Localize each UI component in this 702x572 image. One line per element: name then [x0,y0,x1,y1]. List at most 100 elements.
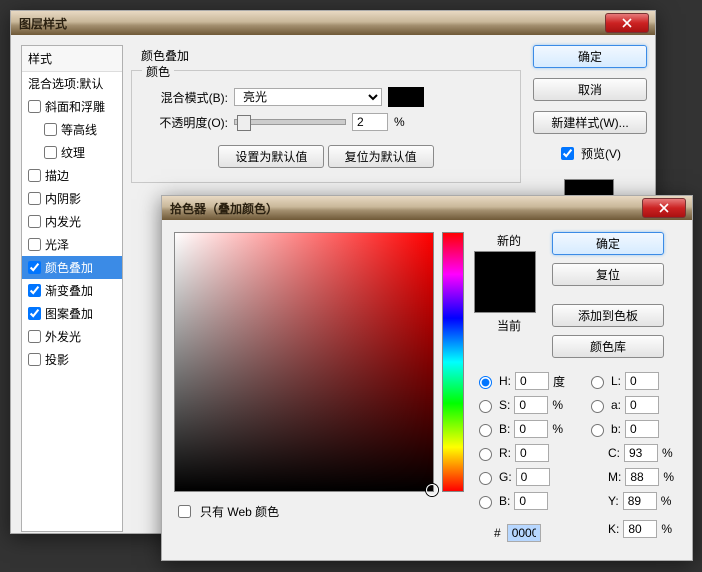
style-item[interactable]: 等高线 [22,118,122,141]
style-item[interactable]: 颜色叠加 [22,256,122,279]
color-picker-buttons: 确定 复位 添加到色板 颜色库 [552,232,662,358]
m-input[interactable] [625,468,659,486]
ok-button[interactable]: 确定 [533,45,647,68]
bv-radio[interactable] [479,424,492,437]
style-item[interactable]: 渐变叠加 [22,279,122,302]
styles-list: 样式 混合选项:默认 斜面和浮雕等高线纹理描边内阴影内发光光泽颜色叠加渐变叠加图… [21,45,123,532]
layer-style-title: 图层样式 [19,15,67,32]
style-item-label: 等高线 [61,121,97,138]
l-radio[interactable] [591,376,604,389]
style-item[interactable]: 描边 [22,164,122,187]
g-input[interactable] [516,468,550,486]
saturation-value-box[interactable] [174,232,434,492]
bv-input[interactable] [514,420,548,438]
preview-checkbox[interactable] [561,147,574,160]
layer-style-close-button[interactable] [605,13,649,33]
close-icon [659,203,669,213]
g-radio[interactable] [479,472,492,485]
current-color-label: 当前 [474,317,544,334]
style-item[interactable]: 内阴影 [22,187,122,210]
style-item-label: 投影 [45,351,69,368]
bl-radio[interactable] [591,424,604,437]
blend-options-row[interactable]: 混合选项:默认 [22,72,122,95]
r-radio[interactable] [479,448,492,461]
a-input[interactable] [625,396,659,414]
new-color-label: 新的 [474,232,544,249]
c-input[interactable] [624,444,658,462]
h-input[interactable] [515,372,549,390]
set-default-button[interactable]: 设置为默认值 [218,145,324,168]
style-item-checkbox[interactable] [28,169,41,182]
style-item[interactable]: 内发光 [22,210,122,233]
opacity-unit: % [394,115,405,129]
color-picker-window: 拾色器（叠加颜色） 只有 Web 颜色 新的 [161,195,693,561]
overlay-color-swatch[interactable] [388,87,424,107]
style-item-checkbox[interactable] [28,261,41,274]
add-swatch-button[interactable]: 添加到色板 [552,304,664,327]
preview-column: 新的 当前 [474,232,544,358]
styles-list-header: 样式 [22,46,122,72]
style-item-checkbox[interactable] [28,100,41,113]
style-item-label: 外发光 [45,328,81,345]
web-only-checkbox-row[interactable]: 只有 Web 颜色 [174,502,279,521]
web-only-checkbox[interactable] [178,505,191,518]
style-item-label: 颜色叠加 [45,259,93,276]
new-color-swatch [474,251,536,313]
style-item-checkbox[interactable] [28,353,41,366]
blend-mode-select[interactable]: 亮光 [234,88,382,106]
picker-reset-button[interactable]: 复位 [552,263,664,286]
y-input[interactable] [623,492,657,510]
color-legend: 颜色 [142,63,174,80]
style-item-checkbox[interactable] [28,307,41,320]
h-radio[interactable] [479,376,492,389]
close-icon [622,18,632,28]
cancel-button[interactable]: 取消 [533,78,647,101]
picker-ok-button[interactable]: 确定 [552,232,664,255]
style-item-checkbox[interactable] [44,146,57,159]
k-input[interactable] [623,520,657,538]
s-input[interactable] [514,396,548,414]
style-item-checkbox[interactable] [28,330,41,343]
bc-input[interactable] [514,492,548,510]
style-item-label: 内阴影 [45,190,81,207]
style-item-checkbox[interactable] [28,215,41,228]
blend-mode-label: 混合模式(B): [144,89,228,106]
opacity-input[interactable] [352,113,388,131]
a-radio[interactable] [591,400,604,413]
sv-hue-area: 只有 Web 颜色 [174,232,464,542]
style-item-checkbox[interactable] [28,284,41,297]
bc-radio[interactable] [479,496,492,509]
reset-default-button[interactable]: 复位为默认值 [328,145,434,168]
style-item[interactable]: 光泽 [22,233,122,256]
s-radio[interactable] [479,400,492,413]
bl-input[interactable] [625,420,659,438]
style-item[interactable]: 斜面和浮雕 [22,95,122,118]
style-item-checkbox[interactable] [28,238,41,251]
style-item-label: 纹理 [61,144,85,161]
color-picker-title: 拾色器（叠加颜色） [170,200,278,217]
style-item-label: 内发光 [45,213,81,230]
style-item-label: 描边 [45,167,69,184]
new-style-button[interactable]: 新建样式(W)... [533,111,647,134]
hue-slider[interactable] [442,232,464,492]
opacity-slider[interactable] [234,119,346,125]
color-picker-titlebar[interactable]: 拾色器（叠加颜色） [162,196,692,220]
preview-checkbox-row[interactable]: 预览(V) [533,144,645,163]
sv-cursor-icon [426,484,438,496]
r-input[interactable] [515,444,549,462]
style-item-checkbox[interactable] [44,123,57,136]
color-picker-close-button[interactable] [642,198,686,218]
style-item[interactable]: 投影 [22,348,122,371]
style-item[interactable]: 图案叠加 [22,302,122,325]
style-item[interactable]: 外发光 [22,325,122,348]
style-item-label: 斜面和浮雕 [45,98,105,115]
style-item-label: 光泽 [45,236,69,253]
style-item-checkbox[interactable] [28,192,41,205]
section-title: 颜色叠加 [141,47,525,64]
layer-style-titlebar[interactable]: 图层样式 [11,11,655,35]
hex-input[interactable] [507,524,541,542]
style-item[interactable]: 纹理 [22,141,122,164]
l-input[interactable] [625,372,659,390]
color-libraries-button[interactable]: 颜色库 [552,335,664,358]
opacity-label: 不透明度(O): [144,114,228,131]
